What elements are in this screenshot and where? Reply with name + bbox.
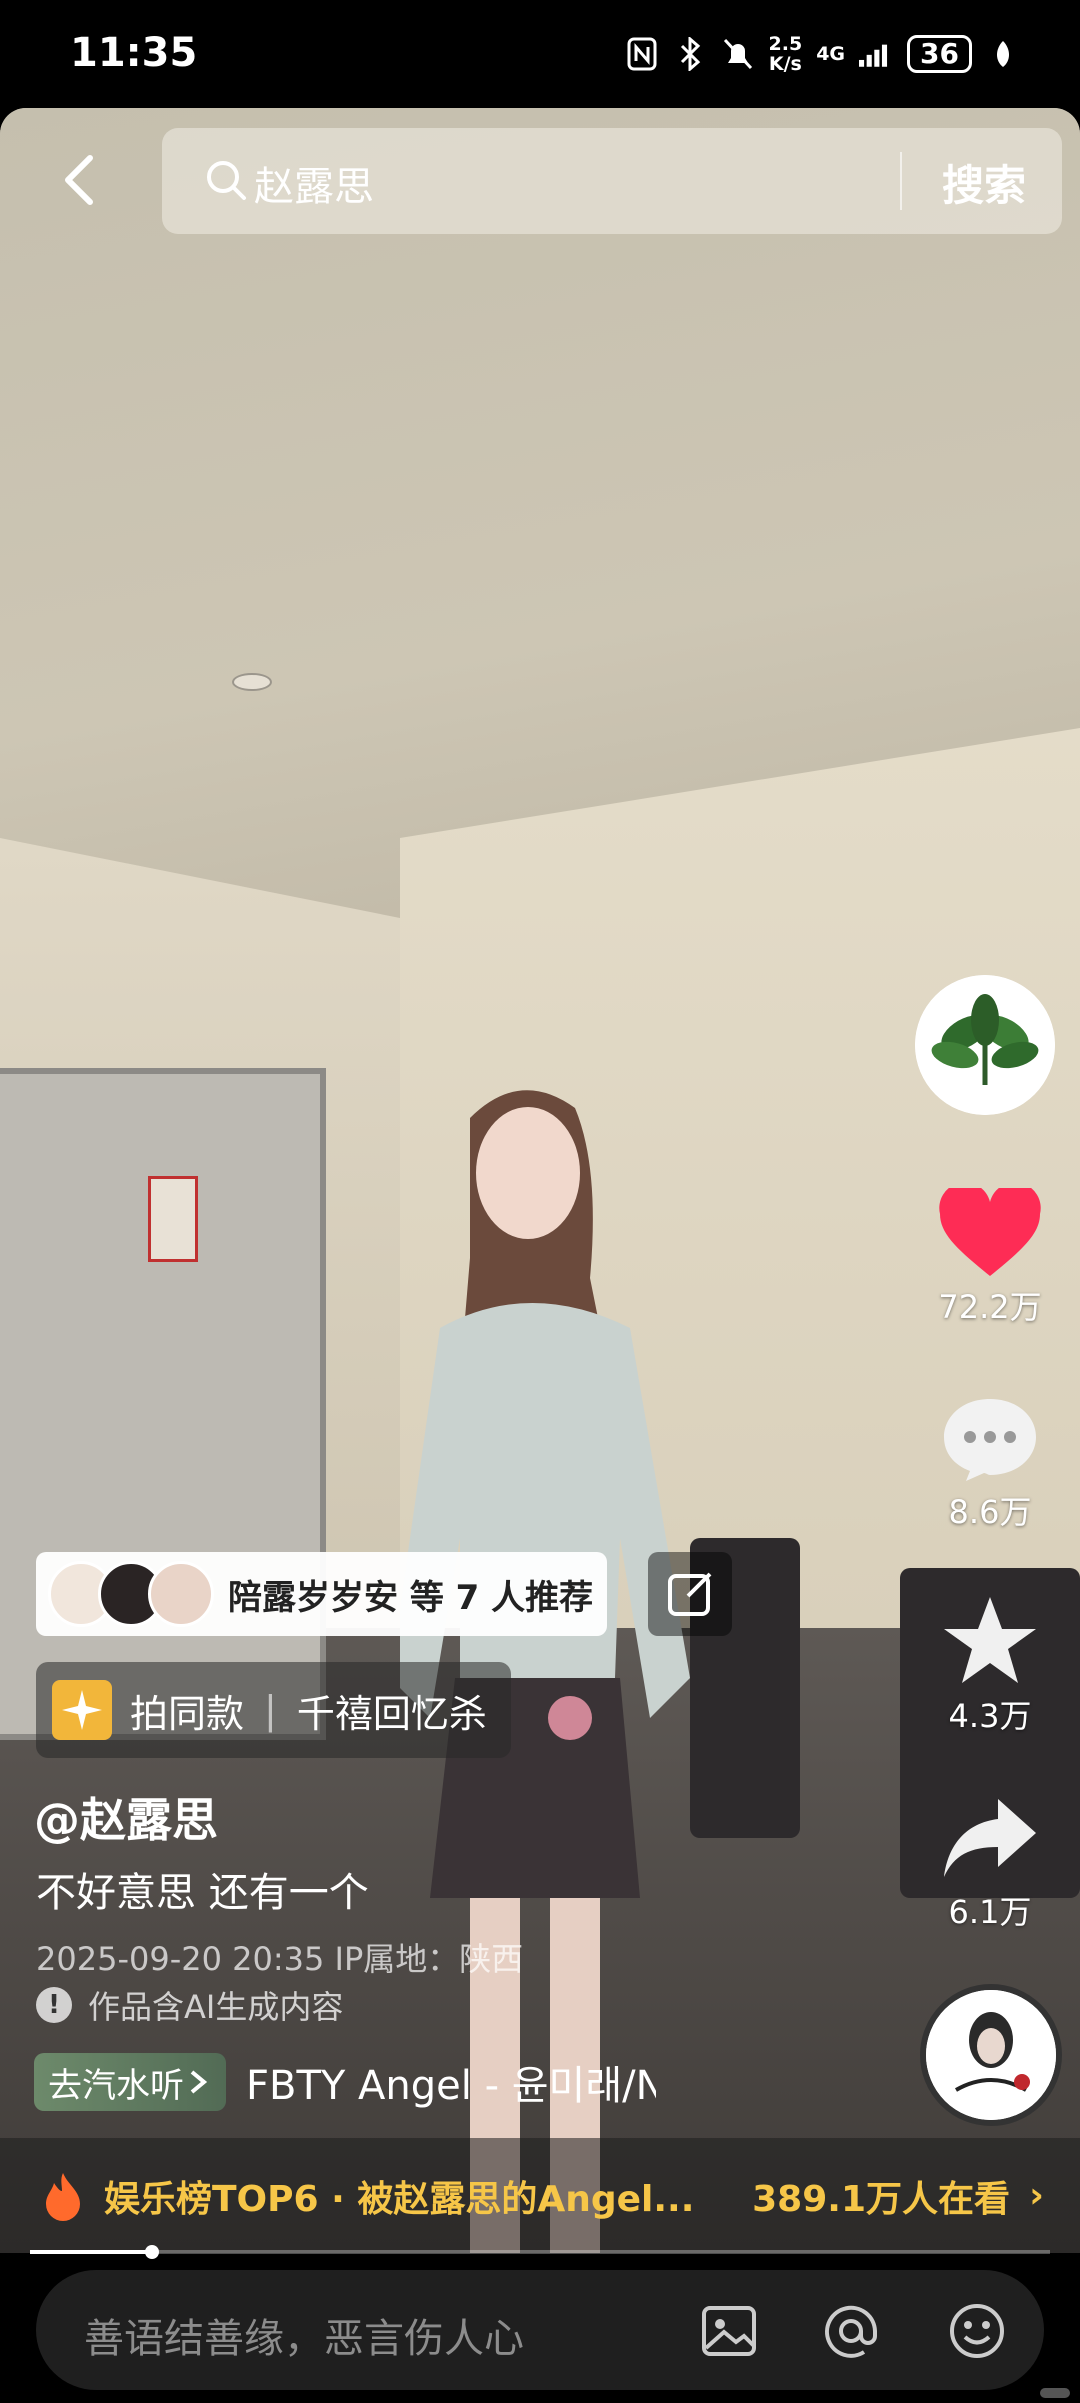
- same-style-label: 拍同款: [130, 1691, 245, 1736]
- video-player[interactable]: 72.2万 8.6万 4.3万 6.1万: [0, 108, 1080, 2253]
- ai-notice-text: 作品含AI生成内容: [88, 1988, 344, 2026]
- info-icon: !: [36, 1987, 72, 2023]
- progress-fill: [30, 2250, 153, 2254]
- chevron-right-icon: [190, 2070, 208, 2094]
- like-button[interactable]: 72.2万: [925, 1182, 1055, 1328]
- status-bar: 11:35 2.5 K/s 4G 36: [0, 0, 1080, 108]
- listen-in-app-button[interactable]: 去汽水听: [34, 2053, 226, 2111]
- ceiling-light: [232, 673, 272, 691]
- search-icon: [207, 161, 246, 200]
- post-meta: 2025-09-20 20:35 IP属地：陕西: [36, 1940, 524, 1978]
- search-input[interactable]: 赵露思: [254, 154, 374, 212]
- recommend-chip[interactable]: 陪露岁岁安 等 7 人推荐: [36, 1552, 608, 1636]
- comment-bubble-icon: [944, 1399, 1036, 1481]
- search-button[interactable]: 搜索: [942, 152, 1026, 213]
- comment-input[interactable]: 善语结善缘，恶言伤人心: [84, 2306, 524, 2364]
- network-speed: 2.5 K/s: [768, 33, 803, 75]
- comment-bar[interactable]: 善语结善缘，恶言伤人心: [36, 2270, 1044, 2390]
- plant-avatar-icon: [915, 975, 1055, 1115]
- music-title[interactable]: FBTY Angel - 윤미래/N: [246, 2053, 656, 2111]
- trending-text: 娱乐榜TOP6 · 被赵露思的Angel...: [104, 2178, 695, 2220]
- share-arrow-icon: [944, 1799, 1036, 1877]
- home-indicator: [1040, 2388, 1070, 2398]
- signal-icon: [859, 37, 893, 71]
- sparkle-icon: [52, 1680, 112, 1740]
- edit-recommend-button[interactable]: [648, 1552, 732, 1636]
- status-time: 11:35: [70, 30, 198, 76]
- comment-count: 8.6万: [948, 1493, 1032, 1531]
- same-style-effect: 千禧回忆杀: [296, 1691, 487, 1736]
- nfc-icon: [625, 37, 659, 71]
- favorite-button[interactable]: 4.3万: [925, 1593, 1055, 1737]
- trending-bar[interactable]: 娱乐榜TOP6 · 被赵露思的Angel... 389.1万人在看 ›: [0, 2138, 1080, 2253]
- no-smoking-sign: [148, 1176, 198, 1262]
- mute-bell-icon: [721, 37, 755, 71]
- share-button[interactable]: 6.1万: [925, 1793, 1055, 1933]
- edit-icon: [668, 1572, 712, 1616]
- author-name[interactable]: @赵露思: [34, 1784, 218, 1850]
- album-cover-icon: [926, 1990, 1056, 2120]
- heart-icon: [939, 1182, 1041, 1276]
- status-icons: 2.5 K/s 4G 36: [625, 32, 1020, 76]
- video-progress[interactable]: [30, 2245, 1050, 2259]
- back-button[interactable]: [42, 140, 122, 220]
- network-type: 4G: [816, 43, 846, 65]
- star-icon: [944, 1597, 1036, 1683]
- recommender-avatars: [48, 1561, 214, 1627]
- favorite-count: 4.3万: [948, 1697, 1032, 1735]
- battery-indicator: 36: [907, 35, 972, 73]
- progress-handle[interactable]: [145, 2245, 160, 2259]
- leaf-icon: [986, 37, 1020, 71]
- fire-icon: [46, 2172, 80, 2221]
- search-bar[interactable]: 赵露思 搜索: [162, 128, 1062, 234]
- comment-button[interactable]: 8.6万: [925, 1393, 1055, 1533]
- like-count: 72.2万: [938, 1288, 1042, 1326]
- chevron-left-icon: [65, 155, 93, 205]
- image-icon[interactable]: [698, 2300, 760, 2362]
- ai-notice: ! 作品含AI生成内容: [36, 1982, 343, 2028]
- share-count: 6.1万: [948, 1893, 1032, 1931]
- avatar: [148, 1561, 214, 1627]
- music-row: 去汽水听 FBTY Angel - 윤미래/N: [34, 2052, 656, 2112]
- bluetooth-icon: [673, 37, 707, 71]
- music-disc[interactable]: [920, 1984, 1062, 2126]
- scene-door: [0, 1068, 326, 1740]
- search-divider: [900, 152, 902, 210]
- emoji-icon[interactable]: [946, 2300, 1008, 2362]
- post-caption: 不好意思 还有一个: [36, 1870, 369, 1916]
- chevron-right-icon: ›: [1029, 2175, 1044, 2216]
- same-style-separator: |: [264, 1688, 277, 1732]
- mention-icon[interactable]: [820, 2300, 882, 2362]
- same-style-chip[interactable]: 拍同款 | 千禧回忆杀: [36, 1662, 511, 1758]
- trending-watch-count: 389.1万人在看: [752, 2178, 1010, 2220]
- creator-avatar[interactable]: [915, 975, 1055, 1115]
- recommend-text: 陪露岁岁安 等 7 人推荐: [228, 1577, 594, 1618]
